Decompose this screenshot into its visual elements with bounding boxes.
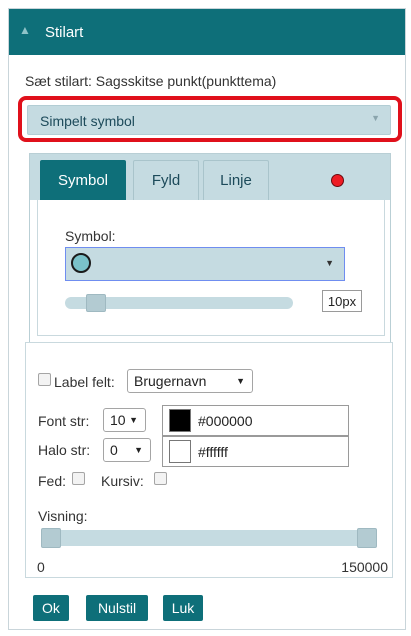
chevron-down-icon: ▼: [134, 445, 143, 455]
label-field-value: Brugernavn: [134, 373, 207, 389]
label-settings-panel: Label felt: Brugernavn ▼ Font str: 10 ▼ …: [25, 342, 393, 578]
ok-button[interactable]: Ok: [33, 595, 69, 621]
chevron-down-icon: ▼: [129, 415, 138, 425]
halo-color-swatch[interactable]: [169, 440, 191, 463]
halo-color-hex: #ffffff: [198, 444, 228, 460]
symbol-label: Symbol:: [65, 228, 116, 244]
font-color-field[interactable]: #000000: [162, 405, 349, 436]
visibility-min-value: 0: [37, 559, 45, 575]
visibility-max-handle[interactable]: [357, 528, 377, 548]
label-field-label: Label felt:: [54, 374, 115, 390]
symbol-tab-content: Symbol: ▼ 10px: [37, 200, 385, 336]
chevron-down-icon: ▼: [371, 113, 380, 123]
tab-linje[interactable]: Linje: [203, 160, 269, 200]
chevron-down-icon: ▼: [325, 258, 334, 268]
label-field-checkbox[interactable]: [38, 373, 51, 386]
chevron-down-icon: ▼: [236, 376, 245, 386]
circle-symbol-icon: [71, 253, 91, 273]
tab-fyld[interactable]: Fyld: [133, 160, 199, 200]
collapse-icon[interactable]: ▲: [19, 23, 31, 37]
italic-checkbox[interactable]: [154, 472, 167, 485]
style-type-value: Simpelt symbol: [40, 113, 135, 129]
symbol-select[interactable]: ▼: [65, 247, 345, 281]
halo-size-label: Halo str:: [38, 442, 91, 458]
bold-label: Fed:: [38, 473, 67, 489]
italic-label: Kursiv:: [101, 473, 144, 489]
dialog-header[interactable]: ▲ Stilart: [9, 9, 405, 55]
font-size-value: 10: [110, 412, 126, 428]
font-color-hex: #000000: [198, 413, 253, 429]
color-indicator-icon: [331, 174, 344, 187]
dialog-title: Stilart: [45, 24, 84, 41]
bold-checkbox[interactable]: [72, 472, 85, 485]
tab-symbol[interactable]: Symbol: [40, 160, 126, 200]
visibility-range-slider[interactable]: [41, 528, 377, 548]
visibility-max-value: 150000: [341, 559, 388, 575]
style-type-select[interactable]: Simpelt symbol ▼: [27, 105, 391, 135]
halo-size-select[interactable]: 0 ▼: [103, 438, 151, 462]
reset-button[interactable]: Nulstil: [86, 595, 148, 621]
label-field-select[interactable]: Brugernavn ▼: [127, 369, 253, 393]
halo-color-field[interactable]: #ffffff: [162, 436, 349, 467]
font-color-swatch[interactable]: [169, 409, 191, 432]
visibility-label: Visning:: [38, 508, 88, 524]
font-size-label: Font str:: [38, 413, 90, 429]
visibility-min-handle[interactable]: [41, 528, 61, 548]
symbol-size-slider-handle[interactable]: [86, 294, 106, 312]
symbol-size-value: 10px: [322, 290, 362, 312]
symbol-tabs-panel: Symbol Fyld Linje Symbol: ▼ 10px: [29, 153, 391, 343]
style-subtitle: Sæt stilart: Sagsskitse punkt(punkttema): [25, 73, 277, 89]
close-button[interactable]: Luk: [163, 595, 203, 621]
halo-size-value: 0: [110, 442, 118, 458]
symbol-size-slider[interactable]: [65, 294, 293, 312]
tab-bar: Symbol Fyld Linje: [30, 154, 390, 200]
font-size-select[interactable]: 10 ▼: [103, 408, 146, 432]
